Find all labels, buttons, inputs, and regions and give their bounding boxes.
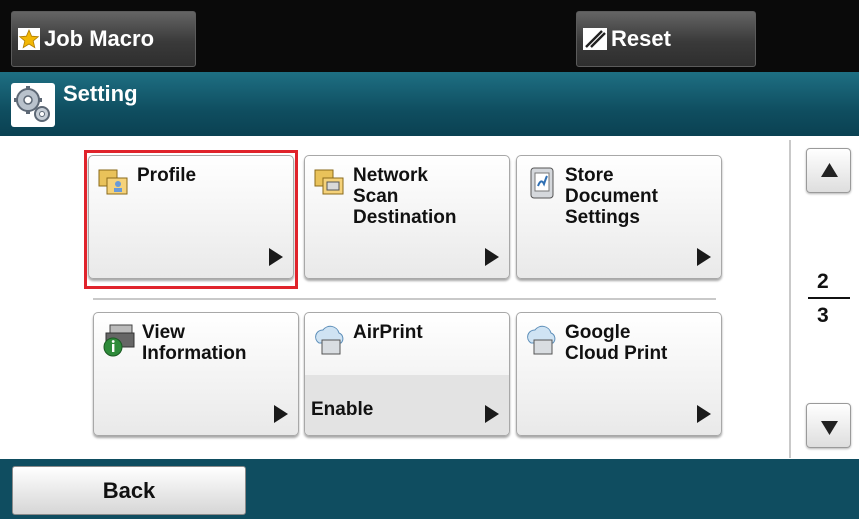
page-divider <box>808 297 850 299</box>
network-folder-icon <box>313 166 347 200</box>
arrow-right-icon <box>485 405 499 423</box>
airprint-label: AirPrint <box>353 322 423 343</box>
page-current: 2 <box>817 270 829 293</box>
page-title: Setting <box>63 81 138 106</box>
airprint-status: Enable <box>311 399 374 420</box>
selection-highlight <box>84 150 298 289</box>
store-document-settings-label: Store Document Settings <box>565 165 658 228</box>
reset-label: Reset <box>611 26 671 51</box>
arrow-right-icon <box>485 248 499 266</box>
store-document-settings-tile[interactable]: Store Document Settings <box>516 155 722 279</box>
view-information-tile[interactable]: View Information <box>93 312 299 436</box>
chevron-down-icon <box>821 421 838 435</box>
network-scan-destination-label: Network Scan Destination <box>353 165 457 228</box>
page-total: 3 <box>817 304 829 327</box>
gear-icon <box>11 83 55 127</box>
scroll-separator <box>789 140 791 458</box>
view-information-label: View Information <box>142 322 247 364</box>
arrow-right-icon <box>697 248 711 266</box>
printer-info-icon <box>102 323 136 357</box>
row-divider <box>93 298 716 300</box>
job-macro-button[interactable]: Job Macro <box>11 11 196 67</box>
back-button[interactable]: Back <box>12 466 246 515</box>
back-label: Back <box>102 477 156 503</box>
arrow-right-icon <box>274 405 288 423</box>
airprint-tile[interactable]: AirPrint Enable <box>304 312 510 436</box>
arrow-right-icon <box>697 405 711 423</box>
scroll-up-button[interactable] <box>806 148 851 193</box>
reset-icon <box>583 28 607 50</box>
star-icon <box>18 28 40 50</box>
google-cloud-print-tile[interactable]: Google Cloud Print <box>516 312 722 436</box>
scroll-down-button[interactable] <box>806 403 851 448</box>
network-scan-destination-tile[interactable]: Network Scan Destination <box>304 155 510 279</box>
cloud-print-icon <box>313 323 347 357</box>
store-document-icon <box>525 166 559 200</box>
cloud-print-icon <box>525 323 559 357</box>
chevron-up-icon <box>821 163 838 177</box>
job-macro-label: Job Macro <box>44 26 155 51</box>
reset-button[interactable]: Reset <box>576 11 756 67</box>
google-cloud-print-label: Google Cloud Print <box>565 322 668 364</box>
